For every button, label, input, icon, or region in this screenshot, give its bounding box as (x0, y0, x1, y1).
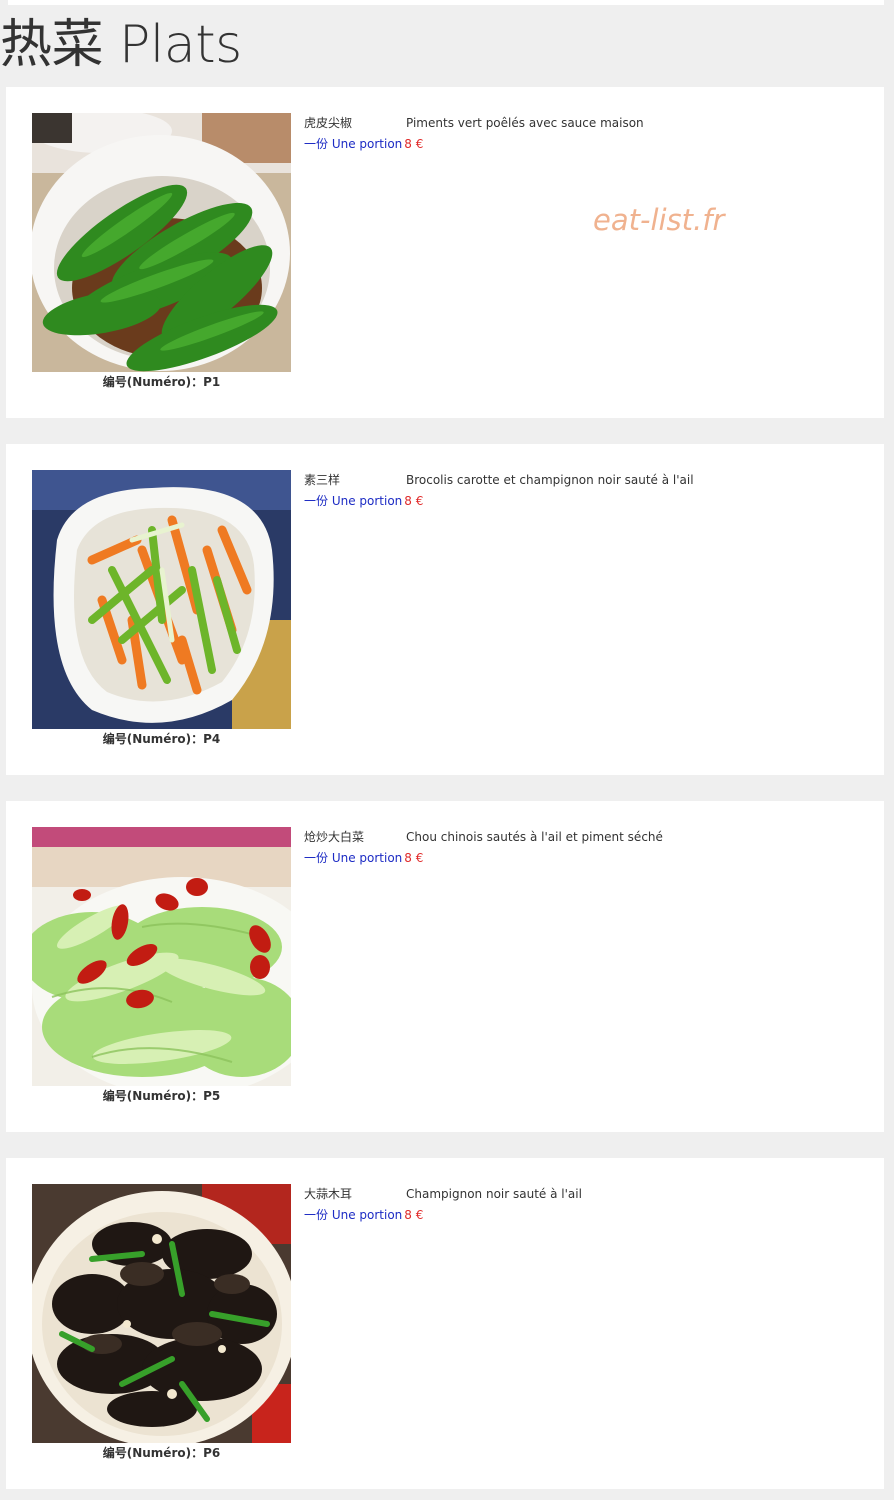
top-card-edge (8, 0, 884, 5)
dish-price: 8 € (404, 494, 424, 508)
dish-card: 编号(Numéro)：P5 炝炒大白菜 Chou chinois sautés … (6, 801, 884, 1132)
sauteed-green-peppers-photo (32, 113, 291, 372)
menu-page: 热菜 Plats 编号(Numéro)：P1 虎皮尖椒 Piments vert… (0, 0, 894, 1500)
dish-description: Piments vert poêlés avec sauce maison (406, 116, 644, 130)
dish-portion: 一份 Une portion 8 € (304, 850, 423, 866)
dish-portion: 一份 Une portion 8 € (304, 136, 423, 152)
dish-card: 编号(Numéro)：P6 大蒜木耳 Champignon noir sauté… (6, 1158, 884, 1489)
wood-ear-mushroom-photo (32, 1184, 291, 1443)
cabbage-with-chili-photo (32, 827, 291, 1086)
dish-card: 编号(Numéro)：P1 虎皮尖椒 Piments vert poêlés a… (6, 87, 884, 418)
dish-name: 素三样 (304, 473, 341, 487)
dish-name: 炝炒大白菜 (304, 830, 365, 844)
watermark: eat-list.fr (593, 203, 725, 237)
dish-description: Chou chinois sautés à l'ail et piment sé… (406, 830, 663, 844)
dish-price: 8 € (404, 137, 424, 151)
portion-label: 一份 Une portion (304, 1208, 403, 1222)
dish-portion: 一份 Une portion 8 € (304, 493, 423, 509)
dish-number: 编号(Numéro)：P6 (102, 1446, 221, 1460)
dish-portion: 一份 Une portion 8 € (304, 1207, 423, 1223)
dish-number: 编号(Numéro)：P1 (102, 375, 221, 389)
section-title: 热菜 Plats (0, 15, 242, 75)
dish-name: 虎皮尖椒 (304, 116, 353, 130)
dish-description: Brocolis carotte et champignon noir saut… (406, 473, 694, 487)
portion-label: 一份 Une portion (304, 851, 403, 865)
carrot-celery-stirfry-photo (32, 470, 291, 729)
portion-label: 一份 Une portion (304, 494, 403, 508)
dish-number: 编号(Numéro)：P5 (102, 1089, 221, 1103)
dish-description: Champignon noir sauté à l'ail (406, 1187, 582, 1201)
dish-price: 8 € (404, 1208, 424, 1222)
dish-price: 8 € (404, 851, 424, 865)
dish-name: 大蒜木耳 (304, 1187, 353, 1201)
dish-number: 编号(Numéro)：P4 (102, 732, 221, 746)
dish-card: 编号(Numéro)：P4 素三样 Brocolis carotte et ch… (6, 444, 884, 775)
portion-label: 一份 Une portion (304, 137, 403, 151)
